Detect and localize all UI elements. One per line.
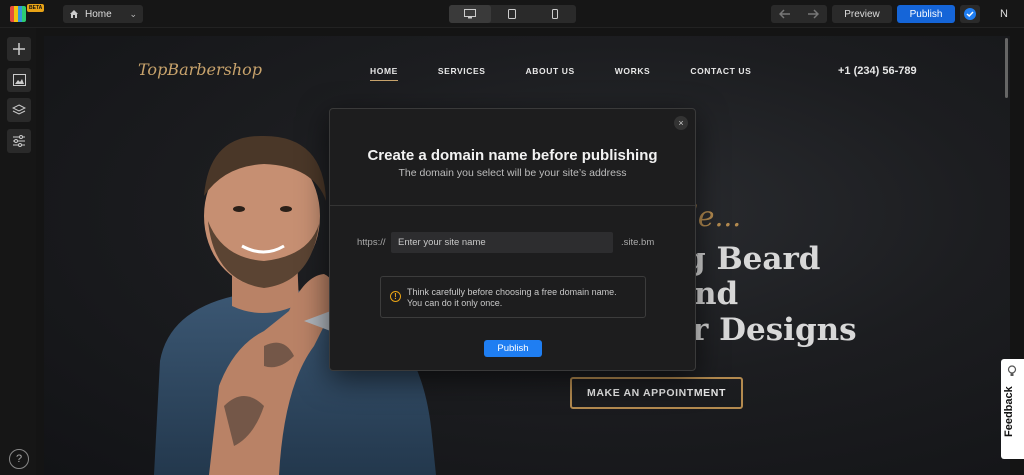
add-element-button[interactable] — [7, 37, 31, 61]
site-name-input[interactable] — [391, 232, 613, 253]
tablet-view-button[interactable] — [491, 5, 533, 23]
lightbulb-icon — [1007, 365, 1017, 376]
nav-home[interactable]: HOME — [370, 66, 398, 81]
domain-suffix: .site.bm — [621, 237, 655, 248]
mobile-view-button[interactable] — [534, 5, 576, 23]
hero-headline-line-1[interactable]: g Beard — [684, 241, 821, 277]
settings-button[interactable] — [7, 129, 31, 153]
check-circle-icon — [964, 8, 976, 20]
desktop-icon — [464, 9, 477, 19]
feedback-tab[interactable]: Feedback — [1001, 359, 1024, 459]
domain-prefix: https:// — [357, 237, 386, 248]
redo-icon[interactable] — [807, 9, 819, 19]
warning-text-line-1: Think carefully before choosing a free d… — [407, 287, 617, 297]
make-appointment-button[interactable]: MAKE AN APPOINTMENT — [570, 377, 743, 409]
canvas-scrollbar[interactable] — [1005, 38, 1008, 98]
hero-headline-line-3[interactable]: r Designs — [692, 312, 857, 348]
page-selector[interactable]: Home ⌄ — [63, 5, 143, 23]
site-phone[interactable]: +1 (234) 56-789 — [838, 65, 917, 77]
media-button[interactable] — [7, 68, 31, 92]
site-logo[interactable]: TopBarbershop — [138, 60, 262, 79]
user-avatar[interactable]: N — [995, 5, 1013, 23]
warning-icon: ! — [390, 291, 401, 302]
device-switcher — [449, 5, 576, 23]
warning-text-line-2: You can do it only once. — [407, 298, 503, 308]
plus-icon — [13, 43, 25, 55]
dialog-subtitle: The domain you select will be your site’… — [398, 167, 627, 179]
sliders-icon — [13, 135, 25, 147]
undo-icon[interactable] — [779, 9, 791, 19]
top-toolbar: BETA Home ⌄ Preview Publish N — [0, 0, 1024, 28]
home-icon — [70, 10, 78, 18]
layers-icon — [12, 103, 26, 115]
close-icon[interactable]: × — [674, 116, 688, 130]
nav-works[interactable]: WORKS — [615, 66, 651, 81]
help-button[interactable]: ? — [9, 449, 29, 469]
nav-about-us[interactable]: ABOUT US — [526, 66, 575, 81]
preview-button[interactable]: Preview — [832, 5, 892, 23]
publish-button[interactable]: Publish — [897, 5, 955, 23]
layers-button[interactable] — [7, 98, 31, 122]
domain-dialog: × Create a domain name before publishing… — [329, 108, 696, 371]
history-controls — [771, 5, 827, 23]
chevron-down-icon: ⌄ — [129, 8, 137, 19]
beta-badge: BETA — [27, 4, 45, 12]
site-navigation: HOME SERVICES ABOUT US WORKS CONTACT US — [370, 66, 751, 81]
nav-services[interactable]: SERVICES — [438, 66, 486, 81]
app-logo[interactable] — [10, 6, 26, 22]
desktop-view-button[interactable] — [449, 5, 492, 23]
feedback-label: Feedback — [1003, 386, 1015, 437]
left-toolbar — [0, 28, 36, 475]
publish-status-button[interactable] — [960, 5, 980, 23]
page-selector-label: Home — [85, 8, 112, 20]
image-icon — [12, 74, 26, 86]
hero-headline-line-2[interactable]: nd — [694, 276, 738, 312]
nav-contact-us[interactable]: CONTACT US — [690, 66, 751, 81]
dialog-divider — [330, 205, 695, 206]
dialog-title: Create a domain name before publishing — [367, 147, 658, 164]
mobile-icon — [551, 9, 558, 19]
dialog-publish-button[interactable]: Publish — [484, 340, 542, 357]
warning-notice: ! Think carefully before choosing a free… — [380, 276, 646, 318]
tablet-icon — [508, 9, 517, 19]
